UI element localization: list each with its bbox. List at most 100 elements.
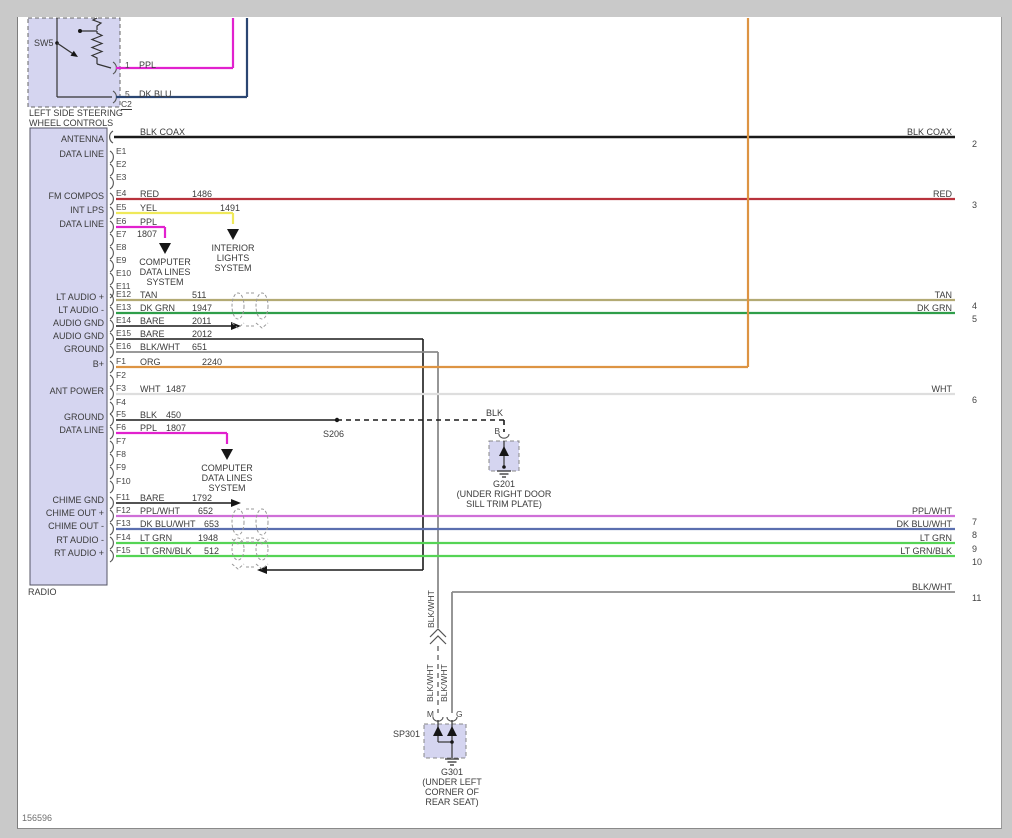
vertical-wire-label: BLK/WHT [439,664,449,702]
pin-socket-F12 [110,510,113,522]
pin-label-E1: E1 [116,146,126,156]
pin-socket-F15 [110,550,113,562]
exit-wire-label-3: RED [933,189,952,199]
radio-label: RADIO [28,587,57,597]
wire-color-label-E6: PPL [140,217,157,227]
circuit-number-F3: 1487 [166,384,186,394]
g301-location: (UNDER LEFT [422,777,482,787]
function-label-F13: CHIME OUT - [48,521,104,531]
pin-socket-F10 [110,481,113,493]
pin-label-E3: E3 [116,172,126,182]
pin-label-E12: E12 [116,289,131,299]
sp301-dot [450,740,454,744]
exit-number-4: 4 [972,301,977,311]
wire-label-blk: BLK [486,408,503,418]
circuit-number-E6: 1807 [137,229,157,239]
exit-wire-label-2: BLK COAX [907,127,952,137]
pin-label-F8: F8 [116,449,126,459]
exit-number-2: 2 [972,139,977,149]
pin-label-E14: E14 [116,315,131,325]
coax-socket-icon [110,131,113,143]
steering-pin2-color: DK BLU [139,89,172,99]
pin-socket-F14 [110,537,113,549]
function-label-E1: DATA LINE [59,149,104,159]
circuit-number-F6: 1807 [166,423,186,433]
pin-label-E15: E15 [116,328,131,338]
system-label: INTERIOR [211,243,254,253]
pin-socket-E9 [110,260,113,272]
wire-color-label-E15: BARE [140,329,165,339]
function-label-F11: CHIME GND [53,495,105,505]
pin-label-F9: F9 [116,462,126,472]
wiring-diagram-page: { "doc_number": "156596", "steering": { … [0,0,1012,838]
pin-label-E8: E8 [116,242,126,252]
system-label: SYSTEM [214,263,251,273]
function-label-E5: INT LPS [70,205,104,215]
exit-number-8: 8 [972,530,977,540]
pin-socket-F2 [110,375,113,387]
system-label: COMPUTER [201,463,253,473]
system-label: DATA LINES [140,267,191,277]
pin-socket-F5 [110,414,113,426]
circuit-number-E16: 651 [192,342,207,352]
doc-number: 156596 [22,813,52,823]
function-label-F12: CHIME OUT + [46,508,104,518]
function-label-E12: LT AUDIO + [56,292,104,302]
function-label-F1: B+ [93,359,104,369]
g201-pin-label: B [494,426,500,436]
pin-socket-E14 [110,320,113,332]
pin-label-F10: F10 [116,476,131,486]
system-arrowhead-E5 [227,229,239,240]
circuit-number-E13: 1947 [192,303,212,313]
g301-pin-g: G [456,709,463,719]
function-label-E6: DATA LINE [59,219,104,229]
twisted-pair-icon [256,293,268,319]
function-label-E15: AUDIO GND [53,331,104,341]
circuit-number-F1: 2240 [202,357,222,367]
sp301-splice-box [424,724,466,758]
system-label: DATA LINES [202,473,253,483]
circuit-number-E14: 2011 [192,316,211,326]
pin-label-F5: F5 [116,409,126,419]
pin-socket-F13 [110,523,113,535]
function-label-F3: ANT POWER [50,386,104,396]
pin-socket-F9 [110,467,113,479]
wire-color-label-F1: ORG [140,357,161,367]
pin-label-F14: F14 [116,532,131,542]
wire-color-label-E4: RED [140,189,159,199]
wiring-diagram: BLK/WHTBLK/WHTBLK/WHT 156596 SW51PPL5DK … [0,0,1012,838]
shield-arrowhead-E15 [257,566,267,574]
wire-color-label-F6: PPL [140,423,157,433]
function-label-E13: LT AUDIO - [58,305,104,315]
circuit-number-F12: 652 [198,506,213,516]
wire-color-label-E16: BLK/WHT [140,342,180,352]
pin-socket-F8 [110,454,113,466]
pin-socket-E4 [110,193,113,205]
circuit-number-F13: 653 [204,519,219,529]
g201-location: SILL TRIM PLATE) [466,499,542,509]
pin-socket-F6 [110,427,113,439]
pin-label-E16: E16 [116,341,131,351]
exit-wire-label-8: DK BLU/WHT [896,519,952,529]
circuit-number-E4: 1486 [192,189,212,199]
pin-label-E7: E7 [116,229,126,239]
wire-color-label-F5: BLK [140,410,157,420]
g301-name: G301 [441,767,463,777]
pin-socket-F7 [110,441,113,453]
exit-wire-label-10: LT GRN/BLK [900,546,952,556]
wire-color-label-F3: WHT [140,384,161,394]
exit-wire-label-5: DK GRN [917,303,952,313]
twisted-pair-icon [232,293,244,319]
pin-socket-E7 [110,234,113,246]
pin-label-F3: F3 [116,383,126,393]
exit-number-6: 6 [972,395,977,405]
circuit-number-E12: 511 [192,290,206,300]
pin-socket-E2 [110,164,113,176]
pin-label-F6: F6 [116,422,126,432]
exit-wire-label-4: TAN [935,290,952,300]
wire-color-label-E12: TAN [140,290,157,300]
circuit-number-E5: 1491 [220,203,240,213]
twisted-pair-icon [232,509,244,535]
steering-pin1-number: 1 [125,60,130,70]
pin-label-E5: E5 [116,202,126,212]
